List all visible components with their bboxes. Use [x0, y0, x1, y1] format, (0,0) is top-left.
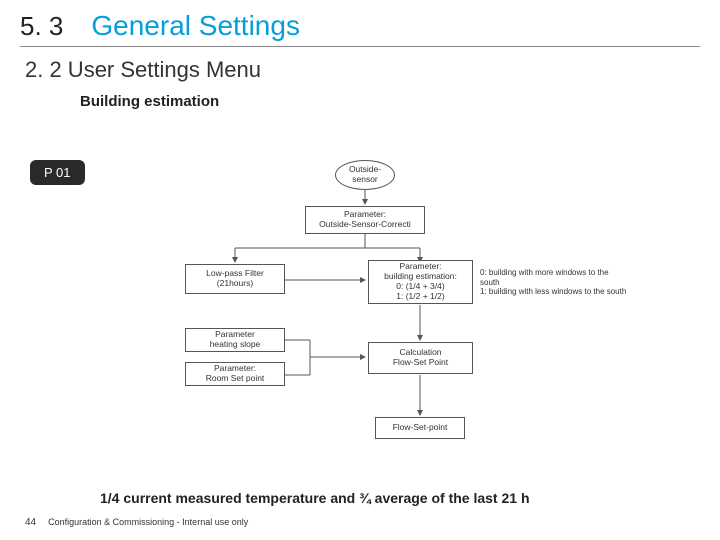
- node-building-estimation: Parameter:building estimation:0: (1/4 + …: [368, 260, 473, 304]
- parameter-badge: P 01: [30, 160, 85, 185]
- node-heating-slope: Parameterheating slope: [185, 328, 285, 352]
- slide-title: General Settings: [91, 10, 300, 42]
- node-outside-sensor: Outside-sensor: [335, 160, 395, 190]
- title-row: 5. 3 General Settings: [0, 0, 720, 46]
- node-calc-flow: CalculationFlow-Set Point: [368, 342, 473, 374]
- explanation-text: 1/4 current measured temperature and ¾ a…: [100, 490, 530, 506]
- flow-diagram: Outside-sensor Parameter:Outside-Sensor-…: [150, 160, 580, 470]
- slide-number-heading: 5. 3: [20, 11, 63, 42]
- slide-subtitle: 2. 2 User Settings Menu: [0, 53, 720, 91]
- page-number: 44: [25, 517, 36, 528]
- node-flow-setpoint: Flow-Set-point: [375, 417, 465, 439]
- node-param-correction: Parameter:Outside-Sensor-Correcti: [305, 206, 425, 234]
- title-divider: [20, 46, 700, 47]
- node-room-setpoint: Parameter:Room Set point: [185, 362, 285, 386]
- side-note: 0: building with more windows to the sou…: [480, 268, 630, 297]
- section-label: Building estimation: [0, 91, 720, 120]
- node-low-pass-filter: Low-pass Filter(21hours): [185, 264, 285, 294]
- footer: 44 Configuration & Commissioning - Inter…: [25, 517, 248, 528]
- footer-note: Configuration & Commissioning - Internal…: [48, 517, 248, 527]
